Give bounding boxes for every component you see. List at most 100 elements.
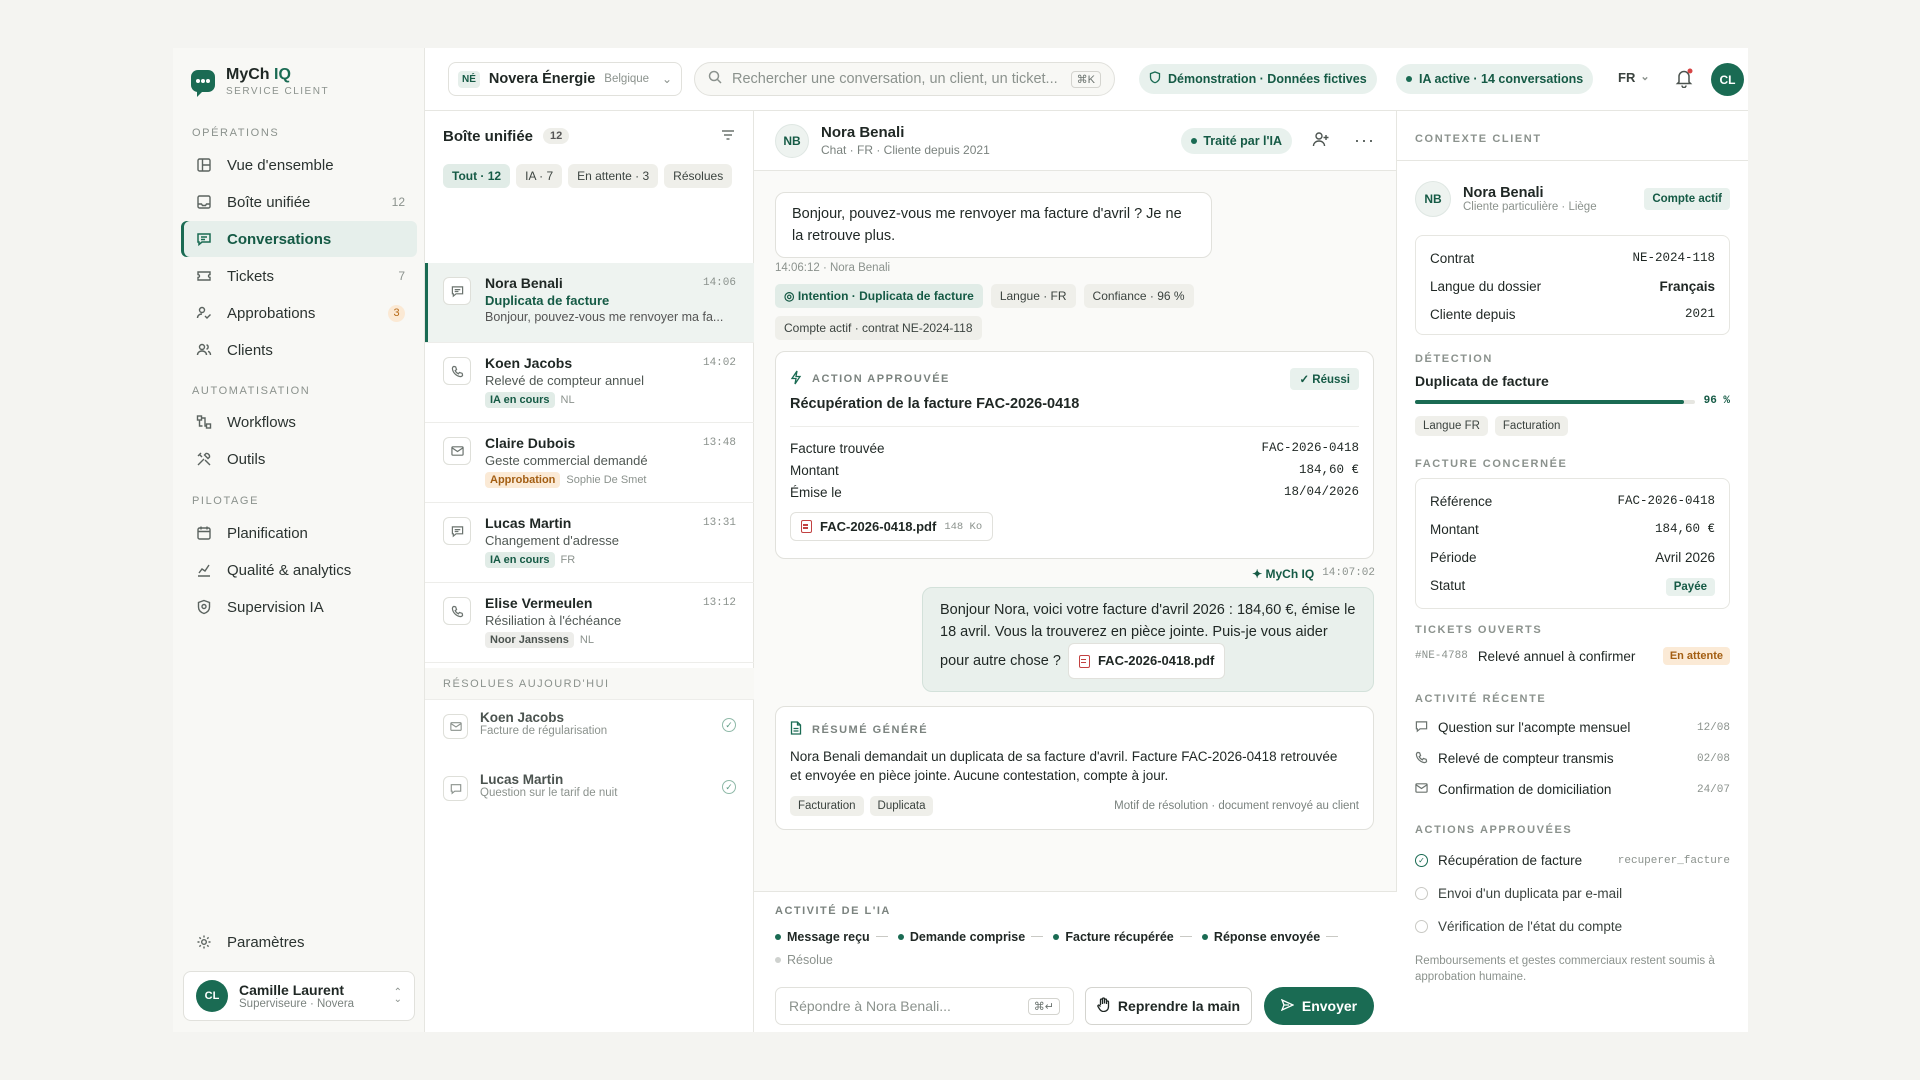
language-badge: NL bbox=[560, 394, 575, 406]
conversation-time: 14:06 bbox=[702, 277, 736, 289]
check-circle-icon: ✓ bbox=[722, 780, 736, 794]
assign-user-icon[interactable] bbox=[1312, 131, 1330, 151]
sidebar-item-label: Workflows bbox=[227, 413, 296, 431]
detection-value: Duplicata de facture bbox=[1415, 373, 1549, 389]
conversation-name: Claire Dubois bbox=[485, 435, 576, 451]
users-icon bbox=[195, 341, 213, 359]
section-label-operations: OPÉRATIONS bbox=[192, 127, 280, 139]
filter-ai[interactable]: IA · 7 bbox=[516, 164, 563, 188]
context-header: CONTEXTE CLIENT bbox=[1397, 111, 1748, 161]
demo-badge: Démonstration · Données fictives bbox=[1139, 64, 1377, 94]
list-item[interactable]: Lucas Martin 13:31 Changement d'adresse … bbox=[425, 503, 754, 583]
chat-icon bbox=[1415, 720, 1428, 736]
composer: ACTIVITÉ DE L'IA Message reçu Demande co… bbox=[754, 891, 1397, 1032]
summary-tag: Facturation bbox=[790, 796, 864, 816]
ticket-row[interactable]: #NE-4788 Relevé annuel à confirmer En at… bbox=[1415, 642, 1730, 670]
attachment-name: FAC-2026-0418.pdf bbox=[1097, 653, 1215, 668]
language-badge: NL bbox=[579, 634, 594, 646]
sidebar-item-label: Vue d'ensemble bbox=[227, 156, 334, 174]
conversation-name: Lucas Martin bbox=[480, 772, 564, 787]
attachment-chip[interactable]: FAC-2026-0418.pdf bbox=[1067, 643, 1226, 679]
intent-tags: ◎ Intention · Duplicata de facture Langu… bbox=[775, 284, 1255, 340]
list-item[interactable]: Koen Jacobs Facture de régularisation ✓ bbox=[425, 700, 754, 762]
filter-resolved[interactable]: Résolues bbox=[664, 164, 733, 188]
sidebar: MyCh IQ SERVICE CLIENT OPÉRATIONS Vue d'… bbox=[173, 48, 425, 1032]
account-tag: Compte actif · contrat NE-2024-118 bbox=[775, 316, 982, 340]
activity-item[interactable]: Confirmation de domiciliation 24/07 bbox=[1415, 774, 1730, 805]
sidebar-item-conversations[interactable]: Conversations bbox=[181, 221, 417, 257]
sidebar-item-planning[interactable]: Planification bbox=[181, 515, 417, 551]
detail-row: Période Avril 2026 bbox=[1430, 550, 1715, 565]
org-selector[interactable]: NÉ Novera Énergie Belgique ⌄ bbox=[448, 62, 682, 96]
section-label-pilotage: PILOTAGE bbox=[192, 495, 259, 507]
sidebar-item-approvals[interactable]: Approbations 3 bbox=[181, 295, 417, 331]
action-row: Facture trouvée FAC-2026-0418 bbox=[790, 441, 1359, 456]
reply-input[interactable]: Répondre à Nora Benali... ⌘↵ bbox=[775, 987, 1074, 1025]
list-item[interactable]: Claire Dubois 13:48 Geste commercial dem… bbox=[425, 423, 754, 503]
app-logo[interactable]: MyCh IQ SERVICE CLIENT bbox=[191, 66, 329, 97]
inbox-icon bbox=[195, 193, 213, 211]
list-item[interactable]: Lucas Martin Question sur le tarif de nu… bbox=[425, 762, 754, 824]
filter-pending[interactable]: En attente · 3 bbox=[568, 164, 659, 188]
list-item[interactable]: Koen Jacobs 14:02 Relevé de compteur ann… bbox=[425, 343, 754, 423]
activity-step: Résolue bbox=[775, 949, 833, 971]
sidebar-item-label: Qualité & analytics bbox=[227, 561, 352, 579]
sidebar-item-ai-supervision[interactable]: Supervision IA bbox=[181, 589, 417, 625]
bot-message: Bonjour Nora, voici votre facture d'avri… bbox=[922, 587, 1374, 692]
send-button[interactable]: Envoyer bbox=[1264, 987, 1374, 1025]
attachment-chip[interactable]: FAC-2026-0418.pdf 148 Ko bbox=[790, 512, 994, 541]
intent-tag: ◎ Intention · Duplicata de facture bbox=[775, 284, 983, 308]
filter-all[interactable]: Tout · 12 bbox=[443, 164, 511, 188]
tickets-label: TICKETS OUVERTS bbox=[1415, 624, 1543, 636]
phone-icon bbox=[1415, 751, 1428, 767]
list-item[interactable]: Elise Vermeulen 13:12 Résiliation à l'éc… bbox=[425, 583, 754, 663]
activity-step: Facture récupérée bbox=[1053, 926, 1174, 948]
notification-bell-icon[interactable] bbox=[1675, 68, 1693, 92]
detection-label: DÉTECTION bbox=[1415, 353, 1493, 365]
search-input[interactable]: Rechercher une conversation, un client, … bbox=[694, 62, 1115, 96]
ai-status-label: IA active · 14 conversations bbox=[1419, 72, 1584, 86]
approval-icon bbox=[195, 304, 213, 322]
logo-icon bbox=[191, 70, 215, 97]
customer-context-panel: CONTEXTE CLIENT NB Nora Benali Cliente p… bbox=[1397, 111, 1748, 1032]
status-dot bbox=[1406, 76, 1412, 82]
sidebar-item-label: Clients bbox=[227, 341, 273, 359]
recent-activity-list: Question sur l'acompte mensuel 12/08 Rele… bbox=[1415, 712, 1730, 805]
approved-action-item: ✓ Récupération de facture recuperer_factur… bbox=[1415, 844, 1730, 877]
status-badge: IA en cours bbox=[485, 552, 555, 568]
sidebar-item-settings[interactable]: Paramètres bbox=[181, 924, 417, 960]
bot-time: 14:07:02 bbox=[1322, 567, 1375, 579]
activity-item[interactable]: Relevé de compteur transmis 02/08 bbox=[1415, 743, 1730, 774]
conversation-subject: Relevé de compteur annuel bbox=[485, 373, 644, 388]
search-icon bbox=[708, 70, 722, 88]
sidebar-item-clients[interactable]: Clients bbox=[181, 332, 417, 368]
take-over-button[interactable]: Reprendre la main bbox=[1085, 987, 1252, 1025]
take-over-label: Reprendre la main bbox=[1117, 998, 1241, 1014]
sidebar-item-workflows[interactable]: Workflows bbox=[181, 404, 417, 440]
conversation-time: 14:02 bbox=[702, 357, 736, 369]
activity-item[interactable]: Question sur l'acompte mensuel 12/08 bbox=[1415, 712, 1730, 743]
sidebar-item-overview[interactable]: Vue d'ensemble bbox=[181, 147, 417, 183]
avatar[interactable]: CL bbox=[1711, 63, 1744, 96]
sidebar-item-inbox[interactable]: Boîte unifiée 12 bbox=[181, 184, 417, 220]
sidebar-item-count: 12 bbox=[391, 195, 405, 209]
filter-icon[interactable] bbox=[721, 128, 735, 145]
language-selector[interactable]: FR ⌄ bbox=[1618, 70, 1650, 85]
empty-circle-icon bbox=[1415, 920, 1428, 933]
enter-shortcut: ⌘↵ bbox=[1027, 997, 1060, 1015]
ai-status-badge[interactable]: IA active · 14 conversations bbox=[1396, 64, 1594, 94]
lightning-icon bbox=[790, 370, 802, 389]
context-title: CONTEXTE CLIENT bbox=[1415, 133, 1542, 145]
user-switcher[interactable]: CL Camille Laurent Superviseure · Novera… bbox=[183, 971, 415, 1021]
sidebar-item-count: 3 bbox=[388, 304, 405, 322]
sidebar-item-tools[interactable]: Outils bbox=[181, 441, 417, 477]
inbox-title: Boîte unifiée bbox=[443, 127, 534, 145]
status-badge: Approbation bbox=[485, 472, 561, 488]
more-options-icon[interactable]: ··· bbox=[1354, 130, 1375, 151]
sidebar-item-tickets[interactable]: Tickets 7 bbox=[181, 258, 417, 294]
sidebar-item-analytics[interactable]: Qualité & analytics bbox=[181, 552, 417, 588]
language-badge: FR bbox=[560, 554, 576, 566]
list-item[interactable]: Nora Benali 14:06 Duplicata de facture B… bbox=[425, 263, 754, 343]
activity-step: Réponse envoyée bbox=[1201, 926, 1320, 948]
inbox-panel: Boîte unifiée 12 Tout · 12 IA · 7 En att… bbox=[425, 111, 754, 1032]
